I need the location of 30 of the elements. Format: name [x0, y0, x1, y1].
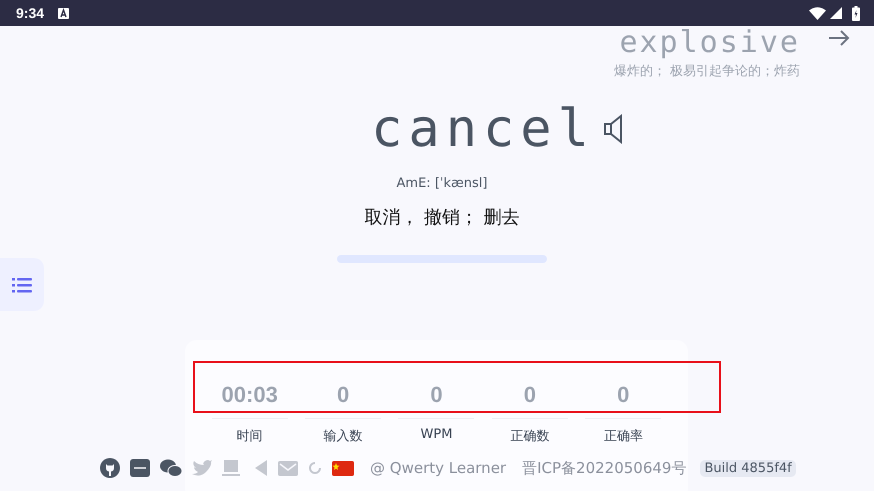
stat-value: 00:03 [222, 382, 278, 408]
stat-value: 0 [336, 382, 350, 408]
stat-value: 0 [430, 382, 443, 408]
wechat-icon[interactable] [160, 459, 182, 477]
next-word-translation: 爆炸的； 极易引起争论的；炸药 [614, 63, 800, 80]
stat-label: 正确数 [510, 428, 550, 445]
clock-time: 9:34 [16, 5, 44, 21]
wifi-icon [809, 6, 826, 20]
notification-icon [58, 8, 70, 18]
stat-label: 输入数 [324, 428, 363, 445]
right-arrow-icon[interactable] [828, 30, 850, 46]
phonetic-text: AmE: [ˈkænsl] [396, 176, 488, 191]
build-badge: Build 4855f4f [700, 460, 796, 476]
current-word: cancel [371, 98, 595, 161]
word-list-button[interactable] [0, 258, 44, 311]
next-word[interactable]: explosive [614, 26, 800, 62]
stat-value: 0 [524, 382, 536, 408]
stat-label: 时间 [236, 428, 263, 445]
battery-icon [852, 6, 860, 20]
word-translation: 取消， 撤销； 删去 [364, 206, 520, 229]
signal-icon [830, 7, 842, 19]
stat-label: 正确率 [604, 428, 643, 445]
icp-link[interactable]: 晋ICP备2022050649号 [522, 458, 686, 478]
github-icon[interactable] [100, 458, 120, 478]
stat-label: WPM [420, 427, 452, 442]
copyright-text[interactable]: @ Qwerty Learner [370, 459, 506, 477]
speaker-icon[interactable] [602, 114, 623, 144]
flag-icon [332, 460, 354, 476]
list-icon [12, 276, 32, 292]
stat-value: 0 [617, 382, 630, 408]
